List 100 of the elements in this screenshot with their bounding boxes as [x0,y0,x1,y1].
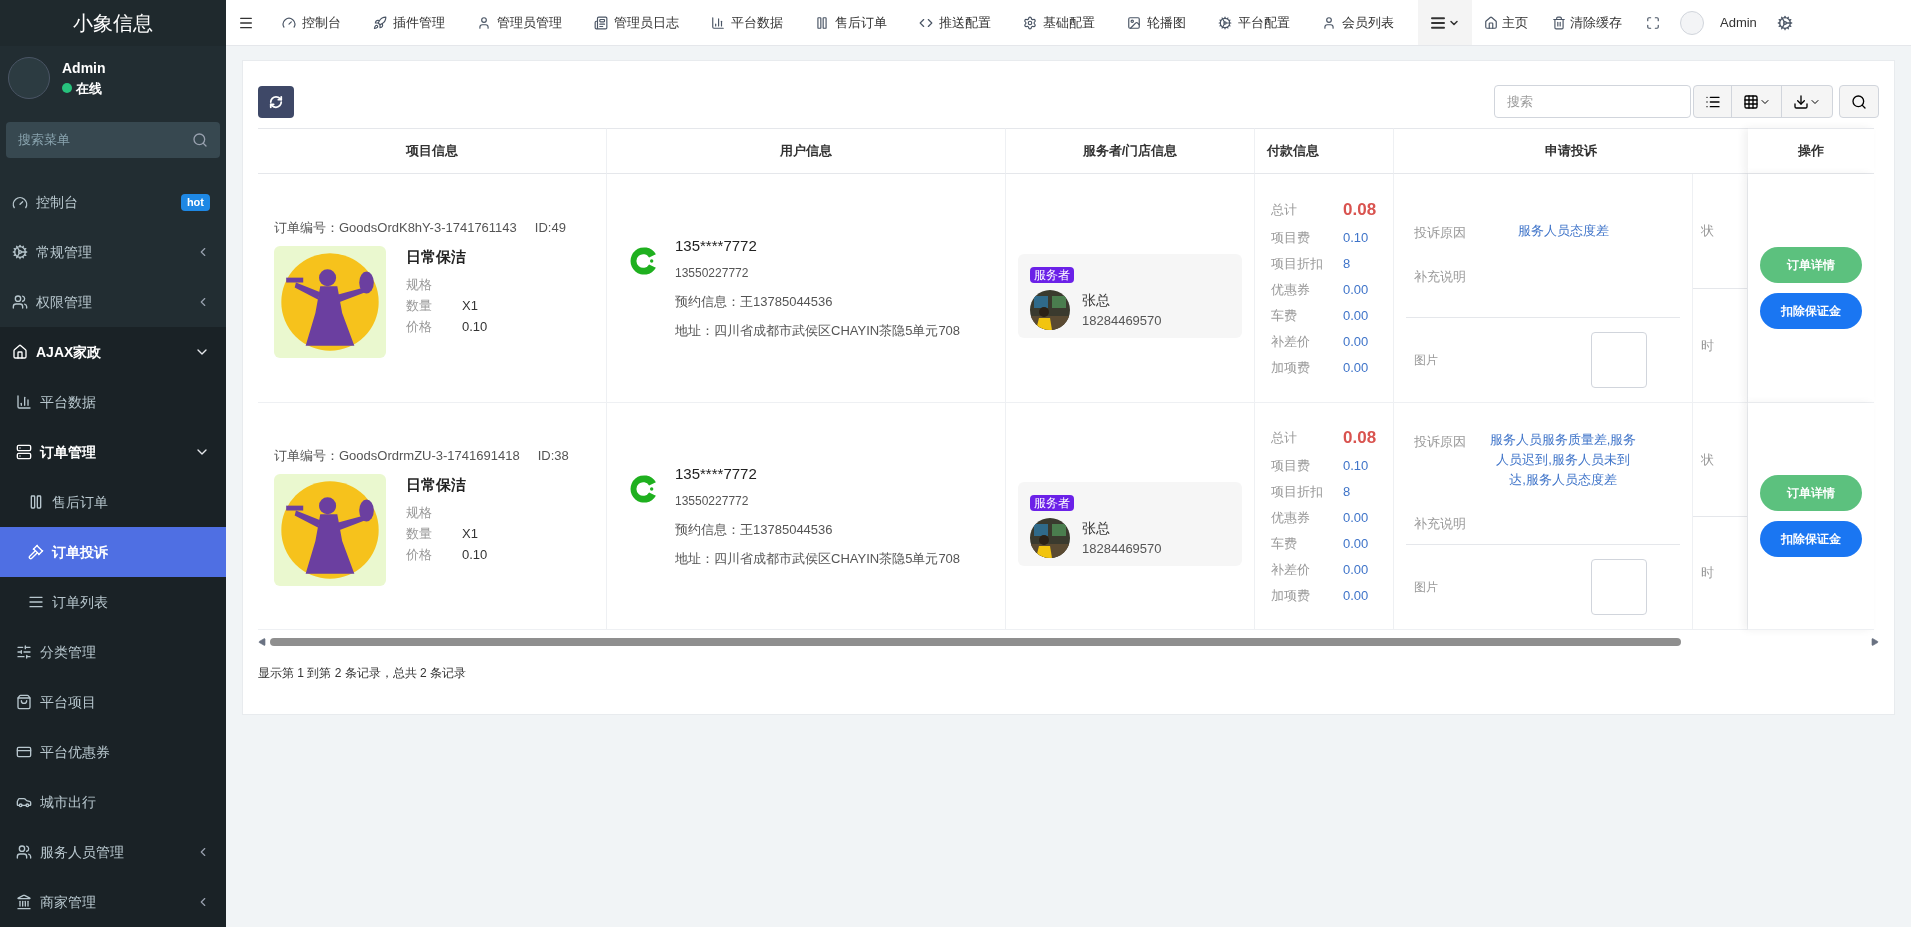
hot-badge: hot [180,194,210,211]
menu-icon [28,544,44,560]
image-label: 图片 [1413,352,1439,369]
menu-item[interactable]: 订单列表 [0,577,226,627]
server-name: 张总 [1082,290,1111,310]
server-name: 张总 [1082,518,1111,538]
nav-icon [373,15,387,30]
refresh-button[interactable] [258,85,294,118]
image-label: 图片 [1413,579,1439,596]
fee-value: 0.00 [1343,535,1369,554]
nav-tab[interactable]: 管理员管理 [461,12,578,33]
table-search-field[interactable]: 搜索 [1494,85,1691,118]
fee-label: 优惠券 [1271,281,1311,300]
spec-label: 价格 [406,546,433,564]
complaint-reason: 服务人员服务质量差,服务人员迟到,服务人员未到达,服务人员态度差 [1488,430,1638,489]
menu-item[interactable]: 权限管理 [0,277,226,327]
fee-value: 0.10 [1343,457,1369,476]
nav-tab[interactable]: 售后订单 [799,12,903,33]
menu-item[interactable]: 售后订单 [0,477,226,527]
role-tag: 服务者 [1030,494,1074,511]
column-header: 项目信息 [258,128,607,174]
masked-phone: 135****7772 [675,236,758,257]
menu-icon [28,594,44,610]
search-button[interactable] [1839,85,1879,118]
column-header: 服务者/门店信息 [1006,128,1255,174]
note-label: 补充说明 [1413,267,1467,286]
nav-link[interactable]: 清除缓存 [1540,12,1634,33]
more-menu-button[interactable] [1418,0,1472,45]
menu-item[interactable]: 平台项目 [0,677,226,727]
nav-icon [815,15,829,30]
menu-item[interactable]: 订单投诉 [0,527,226,577]
nav-tab[interactable]: 平台配置 [1202,12,1306,33]
spec-label: 规格 [406,276,433,294]
nav-tab[interactable]: 推送配置 [903,12,1007,33]
masked-phone: 135****7772 [675,464,758,485]
fee-label: 项目折扣 [1271,483,1324,502]
menu-item[interactable]: 服务人员管理 [0,827,226,877]
order-number: 订单编号：GoodsOrdK8hY-3-1741761143 [274,219,517,238]
fee-value: 8 [1343,483,1351,502]
menu-search-field[interactable]: 搜索菜单 [6,121,220,158]
menu-icon [16,894,32,910]
nav-tab[interactable]: 会员列表 [1306,12,1410,33]
fullscreen-icon[interactable] [1646,15,1660,30]
menu-item[interactable]: AJAX家政 [0,327,226,377]
fee-value: 0.00 [1343,561,1369,580]
address: 地址：四川省成都市武侯区CHAYIN茶隐5单元708 [675,550,961,569]
fee-value: 0.00 [1343,307,1369,326]
fee-value: 8 [1343,255,1351,274]
spec-label: 价格 [406,318,433,336]
spec-value: X1 [462,525,478,543]
fee-value: 0.00 [1343,509,1369,528]
booking-info: 预约信息：王13785044536 [675,292,834,311]
menu-item[interactable]: 平台优惠券 [0,727,226,777]
broken-image-icon [1591,559,1647,615]
menu-item[interactable]: 控制台 hot [0,177,226,228]
fee-value: 0.00 [1343,359,1369,378]
menu-item[interactable]: 分类管理 [0,627,226,677]
nav-icon [1322,15,1336,30]
nav-tab[interactable]: 平台数据 [695,12,799,33]
avatar [8,56,50,99]
nav-link[interactable]: 主页 [1472,12,1540,33]
nav-tab[interactable]: 管理员日志 [578,12,695,33]
phone: 13550227772 [675,492,750,510]
nav-tab[interactable]: 轮播图 [1111,12,1202,33]
user-menu[interactable]: Admin [1672,10,1765,35]
menu-item[interactable]: 商家管理 [0,877,226,927]
reason-label: 投诉原因 [1413,432,1467,451]
deduct-deposit-button[interactable]: 扣除保证金 [1760,293,1862,329]
note-label: 补充说明 [1413,514,1467,533]
menu-icon [12,294,28,311]
nav-tab[interactable]: 控制台 [266,12,357,33]
menu-item[interactable]: 城市出行 [0,777,226,827]
spec-value: 0.10 [462,546,488,564]
settings-icon[interactable] [1776,14,1793,31]
menu-icon [12,344,28,360]
fee-value: 0.00 [1343,281,1369,300]
fee-label: 加项费 [1271,359,1311,378]
spec-value: 0.10 [462,318,488,336]
time-label: 时 [1701,336,1714,355]
column-header: 操作 [1748,128,1874,174]
deduct-deposit-button[interactable]: 扣除保证金 [1760,521,1862,557]
nav-icon [1484,15,1498,30]
nav-tab[interactable]: 插件管理 [357,12,461,33]
spec-label: 数量 [406,525,433,543]
menu-item[interactable]: 订单管理 [0,427,226,477]
status-label: 状 [1701,450,1714,469]
nav-tab[interactable]: 基础配置 [1007,12,1111,33]
menu-item[interactable]: 常规管理 [0,227,226,278]
menu-item[interactable]: 平台数据 [0,377,226,427]
order-number: 订单编号：GoodsOrdrmZU-3-1741691418 [274,447,520,466]
phone: 13550227772 [675,264,750,282]
fee-label: 加项费 [1271,587,1311,606]
scroll-left-icon[interactable] [258,638,266,646]
spec-value: X1 [462,297,478,315]
order-id: ID:38 [537,447,569,466]
order-id: ID:49 [534,219,566,238]
fee-label: 车费 [1271,307,1298,326]
scroll-right-icon[interactable] [1871,638,1879,646]
reason-label: 投诉原因 [1413,224,1467,242]
list-icon [1430,14,1446,31]
